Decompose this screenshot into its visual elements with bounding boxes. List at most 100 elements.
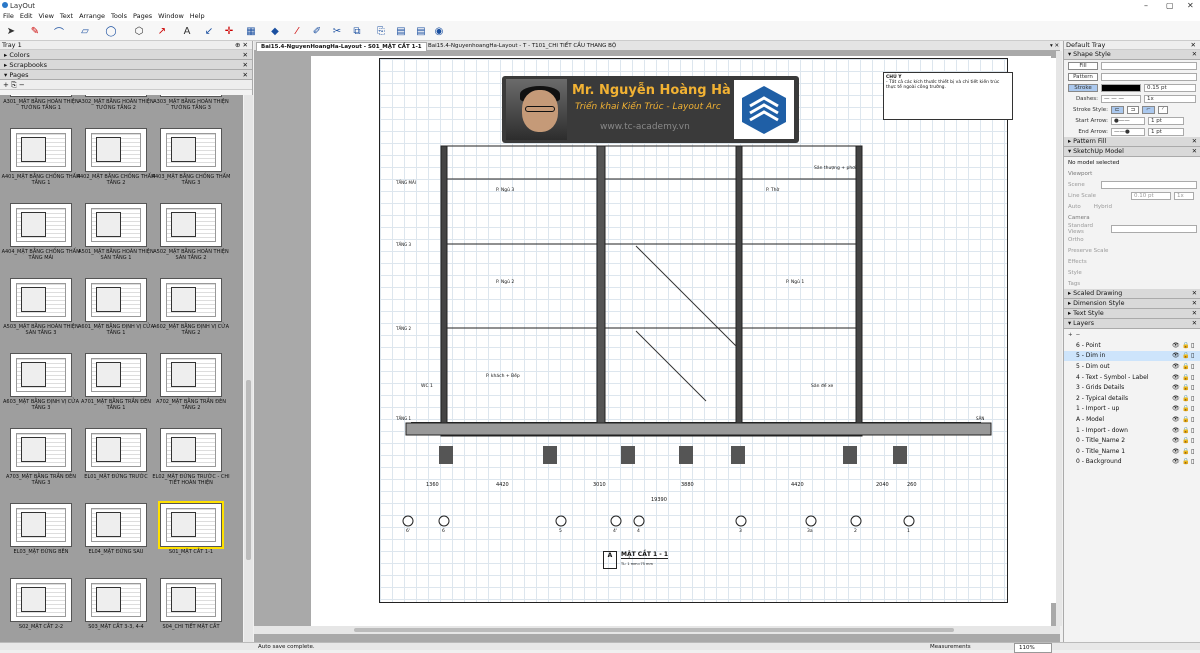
layer-row[interactable]: 1 - Import - up 👁 🔒 ▯ <box>1064 404 1200 415</box>
eye-icon[interactable]: 👁 <box>1172 416 1180 423</box>
start-arrow-dropdown[interactable]: ●—— <box>1111 116 1145 125</box>
fill-button[interactable]: Fill <box>1068 61 1098 70</box>
lock-icon[interactable]: 🔒 <box>1182 437 1189 444</box>
page-thumbnail[interactable] <box>10 128 72 172</box>
page-thumbnail[interactable] <box>10 95 72 97</box>
page-thumbnail[interactable] <box>160 353 222 397</box>
page-thumbnail[interactable] <box>85 503 147 547</box>
tray-close-icon[interactable]: ✕ <box>1191 41 1196 49</box>
section-scaled-drawing[interactable]: ▸ Scaled Drawing ✕ <box>1064 289 1200 299</box>
text-tool-icon[interactable]: A <box>180 24 194 38</box>
eye-icon[interactable]: 👁 <box>1172 427 1180 434</box>
page-thumbnail[interactable] <box>85 128 147 172</box>
menu-arrange[interactable]: Arrange <box>79 11 105 21</box>
select-tool-icon[interactable]: ➤ <box>4 24 18 38</box>
split-tool-icon[interactable]: ✂ <box>330 24 344 38</box>
page-share-icon[interactable]: ▯ <box>1191 363 1194 370</box>
eraser-tool-icon[interactable]: ◆ <box>268 24 282 38</box>
pages-scrollbar[interactable] <box>244 95 253 642</box>
layer-row[interactable]: 5 - Dim out 👁 🔒 ▯ <box>1064 361 1200 372</box>
lock-icon[interactable]: 🔒 <box>1182 395 1189 402</box>
line-tool-icon[interactable]: ✎ <box>28 24 42 38</box>
start-arrow-size[interactable]: 1 pt <box>1148 116 1184 125</box>
menu-window[interactable]: Window <box>158 11 184 21</box>
eye-icon[interactable]: 👁 <box>1172 374 1180 381</box>
page-thumbnail[interactable] <box>85 203 147 247</box>
section-colors[interactable]: ▸ Colors ✕ <box>0 50 252 60</box>
page-share-icon[interactable]: ▯ <box>1191 405 1194 412</box>
line-scale-field[interactable]: 0.10 pt <box>1131 191 1171 200</box>
layer-row[interactable]: 6 - Point 👁 🔒 ▯ <box>1064 340 1200 351</box>
page-share-icon[interactable]: ▯ <box>1191 448 1194 455</box>
page-share-icon[interactable]: ▯ <box>1191 458 1194 465</box>
cap-style-button[interactable]: ⊏ <box>1111 105 1124 114</box>
dashes-dropdown[interactable]: — — — <box>1101 94 1141 103</box>
eye-icon[interactable]: 👁 <box>1172 363 1180 370</box>
dash-scale-field[interactable]: 1x <box>1144 94 1196 103</box>
polygon-tool-icon[interactable]: ⬡ <box>132 24 146 38</box>
dimension-tool-icon[interactable]: ✛ <box>222 24 236 38</box>
section-text-style[interactable]: ▸ Text Style ✕ <box>1064 309 1200 319</box>
page-thumbnail[interactable] <box>10 353 72 397</box>
scene-dropdown[interactable] <box>1101 180 1197 189</box>
section-dimension-style[interactable]: ▸ Dimension Style ✕ <box>1064 299 1200 309</box>
page-share-icon[interactable]: ▯ <box>1191 395 1194 402</box>
layer-row[interactable]: 0 - Title_Name 1 👁 🔒 ▯ <box>1064 446 1200 457</box>
minimize-icon[interactable]: – <box>1144 1 1148 10</box>
page-thumbnail[interactable] <box>85 428 147 472</box>
pin-icon[interactable]: ⊕ ✕ <box>235 41 248 49</box>
end-arrow-dropdown[interactable]: ——● <box>1111 127 1145 136</box>
menu-tools[interactable]: Tools <box>111 11 127 21</box>
ortho-toggle[interactable]: Ortho <box>1068 237 1084 243</box>
eye-icon[interactable]: 👁 <box>1172 395 1180 402</box>
stroke-button[interactable]: Stroke <box>1068 83 1098 92</box>
page-share-icon[interactable]: ▯ <box>1191 384 1194 391</box>
layer-row[interactable]: 0 - Title_Name 2 👁 🔒 ▯ <box>1064 435 1200 446</box>
section-layers[interactable]: ▾ Layers ✕ <box>1064 319 1200 329</box>
circle-tool-icon[interactable]: ◯ <box>104 24 118 38</box>
arc-tool-icon[interactable]: ⌒ <box>52 24 66 39</box>
menu-text[interactable]: Text <box>60 11 73 21</box>
menu-pages[interactable]: Pages <box>133 11 152 21</box>
join-tool-icon[interactable]: ⧉ <box>350 24 364 38</box>
offset-tool-icon[interactable]: ↗ <box>155 24 169 38</box>
lock-icon[interactable]: 🔒 <box>1182 342 1189 349</box>
page-thumbnail[interactable] <box>85 95 147 97</box>
eye-icon[interactable]: 👁 <box>1172 448 1180 455</box>
page-thumbnail[interactable] <box>85 278 147 322</box>
page-share-icon[interactable]: ▯ <box>1191 437 1194 444</box>
lock-icon[interactable]: 🔒 <box>1182 458 1189 465</box>
standard-views-dropdown[interactable] <box>1111 224 1197 233</box>
page-thumbnail[interactable] <box>10 203 72 247</box>
page-share-icon[interactable]: ▯ <box>1191 374 1194 381</box>
eye-icon[interactable]: 👁 <box>1172 437 1180 444</box>
add-page-button[interactable]: + ⎘ − <box>3 81 25 89</box>
layer-row[interactable]: 3 - Grids Details 👁 🔒 ▯ <box>1064 382 1200 393</box>
menu-file[interactable]: File <box>3 11 14 21</box>
eye-icon[interactable]: 👁 <box>1172 384 1180 391</box>
end-arrow-size[interactable]: 1 pt <box>1148 127 1184 136</box>
canvas-vertical-scrollbar[interactable] <box>1056 51 1062 626</box>
table-tool-icon[interactable]: ▦ <box>244 24 258 38</box>
page-thumbnail[interactable] <box>10 503 72 547</box>
tab-second-document[interactable]: Bai15.4-NguyenhoangHa-Layout - T - T101_… <box>424 42 620 51</box>
page-thumbnail[interactable] <box>85 578 147 622</box>
close-icon[interactable]: ✕ <box>1187 1 1194 10</box>
page-thumbnail[interactable] <box>158 501 224 549</box>
layer-row[interactable]: 5 - Dim in 👁 🔒 ▯ <box>1064 350 1200 362</box>
layer-row[interactable]: 4 - Text - Symbol - Label 👁 🔒 ▯ <box>1064 372 1200 383</box>
lock-icon[interactable]: 🔒 <box>1182 384 1189 391</box>
preserve-scale-checkbox[interactable]: Preserve Scale <box>1068 248 1108 254</box>
eye-icon[interactable]: 👁 <box>1172 342 1180 349</box>
layer-row[interactable]: A - Model 👁 🔒 ▯ <box>1064 414 1200 425</box>
eye-icon[interactable]: 👁 <box>1172 405 1180 412</box>
section-pattern-fill[interactable]: ▸ Pattern Fill ✕ <box>1064 137 1200 147</box>
stroke-width-field[interactable]: 0.15 pt <box>1144 83 1196 92</box>
page-share-icon[interactable]: ▯ <box>1191 342 1194 349</box>
style-expander[interactable]: Style <box>1068 270 1082 276</box>
lock-icon[interactable]: 🔒 <box>1182 427 1189 434</box>
page-thumbnail[interactable] <box>160 95 222 97</box>
lock-icon[interactable]: 🔒 <box>1182 352 1189 359</box>
rectangle-tool-icon[interactable]: ▱ <box>78 24 92 38</box>
lock-icon[interactable]: 🔒 <box>1182 405 1189 412</box>
